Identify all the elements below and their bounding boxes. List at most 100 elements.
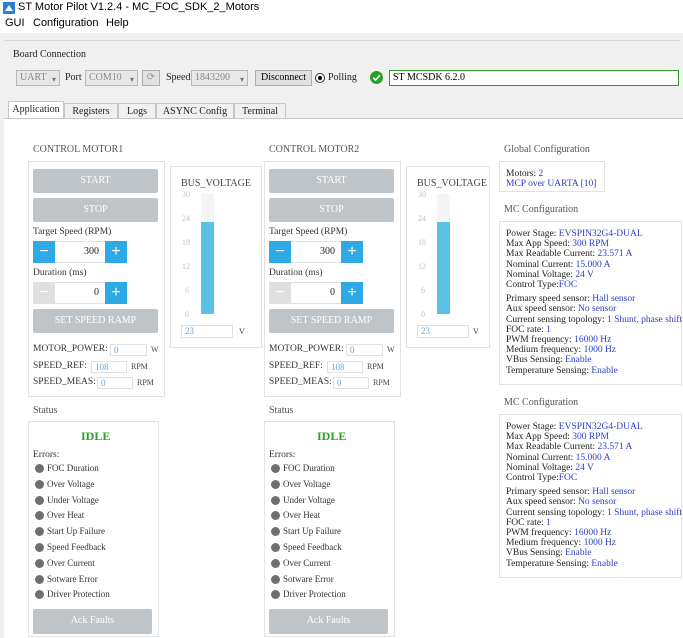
config-label: Nominal Current: bbox=[506, 259, 576, 270]
config-value: 16000 Hz bbox=[574, 528, 612, 538]
motor2-bus-voltage-title: BUS_VOLTAGE bbox=[417, 178, 487, 189]
motor1-duration-increment-button[interactable]: + bbox=[105, 282, 127, 304]
config-line: Nominal Current: 15.000 A bbox=[506, 453, 611, 463]
global-mcp-line: MCP over UARTA [10] bbox=[506, 179, 597, 189]
motor1-speed-meas-unit: RPM bbox=[137, 378, 154, 387]
config-value: Enable bbox=[565, 548, 592, 559]
refresh-ports-button[interactable]: ⟳ bbox=[142, 70, 160, 86]
mc-configuration-1-title: MC Configuration bbox=[504, 204, 579, 215]
config-label: Max Readable Current: bbox=[506, 249, 598, 260]
config-value: 1 Shunt, phase shift bbox=[607, 507, 683, 518]
error-label: Over Heat bbox=[47, 510, 85, 521]
port-label: Port bbox=[65, 72, 82, 83]
config-label: Primary speed sensor: bbox=[506, 487, 593, 498]
connected-check-icon bbox=[370, 71, 383, 84]
config-value: Enable bbox=[591, 365, 618, 376]
error-indicator-icon bbox=[35, 495, 44, 505]
config-value: 300 RPM bbox=[572, 432, 609, 443]
motor2-speed-decrement-button[interactable]: − bbox=[269, 241, 291, 263]
gauge-tick-label: 18 bbox=[182, 238, 190, 247]
port-select[interactable]: COM10 ▾ bbox=[85, 70, 138, 86]
tab-registers[interactable]: Registers bbox=[64, 103, 118, 119]
error-indicator-icon bbox=[35, 511, 44, 521]
motor1-set-speed-ramp-button[interactable]: SET SPEED RAMP bbox=[33, 309, 158, 333]
global-configuration-panel: Motors: 2 MCP over UARTA [10] bbox=[499, 161, 605, 192]
motor1-power-label: MOTOR_POWER: bbox=[33, 344, 108, 354]
motor1-speed-ref-label: SPEED_REF: bbox=[33, 361, 87, 371]
error-label: Speed Feedback bbox=[283, 542, 342, 552]
error-label: Sotware Error bbox=[47, 573, 98, 584]
error-label: Over Voltage bbox=[283, 478, 331, 489]
motor1-duration-decrement-button[interactable]: − bbox=[33, 282, 55, 304]
error-indicator-icon bbox=[271, 464, 280, 473]
board-connection-group: Board Connection UART ▾ Port COM10 ▾ ⟳ S… bbox=[4, 40, 680, 99]
config-value: 23.571 A bbox=[597, 249, 633, 260]
motor1-stop-button[interactable]: STOP bbox=[33, 198, 158, 222]
config-label: FOC rate: bbox=[506, 517, 547, 528]
motor1-power-unit: W bbox=[151, 345, 159, 354]
motor1-duration-input[interactable]: 0 bbox=[55, 282, 105, 304]
board-connection-title: Board Connection bbox=[13, 49, 87, 60]
plus-icon: + bbox=[111, 284, 121, 301]
motor2-bus-voltage-gauge: BUS_VOLTAGE 30 24 18 12 6 0 23 V bbox=[406, 166, 490, 348]
interface-value: UART bbox=[20, 72, 47, 83]
motor1-speed-decrement-button[interactable]: − bbox=[33, 241, 55, 263]
plus-icon: + bbox=[347, 243, 357, 260]
config-line: FOC rate: 1 bbox=[506, 518, 551, 528]
config-label: Current sensing topology: bbox=[506, 507, 608, 518]
polling-radio[interactable] bbox=[315, 73, 325, 83]
config-label: Power Stage: bbox=[506, 229, 559, 239]
config-label: VBus Sensing: bbox=[506, 355, 566, 366]
error-indicator-icon bbox=[271, 543, 280, 552]
interface-select[interactable]: UART ▾ bbox=[16, 70, 60, 86]
motor1-start-button[interactable]: START bbox=[33, 169, 158, 193]
disconnect-button[interactable]: Disconnect bbox=[255, 70, 312, 86]
config-line: Control Type:FOC bbox=[506, 280, 577, 290]
motor2-duration-decrement-button[interactable]: − bbox=[269, 282, 291, 304]
motor2-speed-increment-button[interactable]: + bbox=[341, 241, 363, 263]
config-line: Medium frequency: 1000 Hz bbox=[506, 345, 616, 355]
minus-icon: − bbox=[39, 243, 49, 260]
menu-help[interactable]: Help bbox=[106, 17, 129, 29]
config-value: Hall sensor bbox=[592, 487, 636, 498]
motor2-speed-meas-label: SPEED_MEAS: bbox=[269, 377, 332, 387]
config-label: Control Type: bbox=[506, 280, 559, 290]
baud-value: 1843200 bbox=[195, 72, 230, 83]
config-value: Hall sensor bbox=[592, 294, 636, 305]
motor2-start-button[interactable]: START bbox=[269, 169, 394, 193]
chevron-down-icon: ▾ bbox=[129, 75, 134, 84]
config-label: Nominal Current: bbox=[506, 452, 576, 463]
motor1-speed-meas-value: 0 bbox=[97, 377, 133, 389]
config-line: Aux speed sensor: No sensor bbox=[506, 304, 616, 314]
motor1-power-value: 0 bbox=[110, 344, 147, 356]
tab-application[interactable]: Application bbox=[8, 101, 64, 119]
motor1-bus-voltage-title: BUS_VOLTAGE bbox=[181, 178, 251, 189]
polling-label: Polling bbox=[328, 72, 357, 83]
motor2-target-speed-input[interactable]: 300 bbox=[291, 241, 341, 263]
config-line: Power Stage: EVSPIN32G4-DUAL bbox=[506, 229, 643, 239]
config-line: Primary speed sensor: Hall sensor bbox=[506, 294, 635, 304]
window-title: ST Motor Pilot V1.2.4 - MC_FOC_SDK_2_Mot… bbox=[18, 1, 260, 13]
baud-select[interactable]: 1843200 ▾ bbox=[191, 70, 248, 86]
motor2-duration-increment-button[interactable]: + bbox=[341, 282, 363, 304]
tab-terminal[interactable]: Terminal bbox=[234, 103, 286, 119]
motor2-ack-faults-button[interactable]: Ack Faults bbox=[269, 609, 388, 634]
motor2-set-speed-ramp-button[interactable]: SET SPEED RAMP bbox=[269, 309, 394, 333]
error-label: Under Voltage bbox=[283, 494, 335, 505]
error-indicator-icon bbox=[271, 511, 280, 521]
mc-configuration-2-panel: Power Stage: EVSPIN32G4-DUAL Max App Spee… bbox=[499, 414, 682, 578]
config-label: Power Stage: bbox=[506, 422, 559, 432]
motor1-ack-faults-button[interactable]: Ack Faults bbox=[33, 609, 152, 634]
chevron-down-icon: ▾ bbox=[51, 75, 56, 84]
motor1-target-speed-label: Target Speed (RPM) bbox=[33, 227, 112, 237]
motor1-target-speed-input[interactable]: 300 bbox=[55, 241, 105, 263]
tab-async-config[interactable]: ASYNC Config bbox=[156, 103, 234, 119]
menu-configuration[interactable]: Configuration bbox=[33, 17, 98, 29]
tab-logs[interactable]: Logs bbox=[118, 103, 156, 119]
motor1-speed-increment-button[interactable]: + bbox=[105, 241, 127, 263]
config-value: 15.000 A bbox=[575, 259, 611, 270]
menu-gui[interactable]: GUI bbox=[5, 17, 25, 29]
motor2-duration-input[interactable]: 0 bbox=[291, 282, 341, 304]
motor2-stop-button[interactable]: STOP bbox=[269, 198, 394, 222]
config-label: PWM frequency: bbox=[506, 528, 575, 538]
